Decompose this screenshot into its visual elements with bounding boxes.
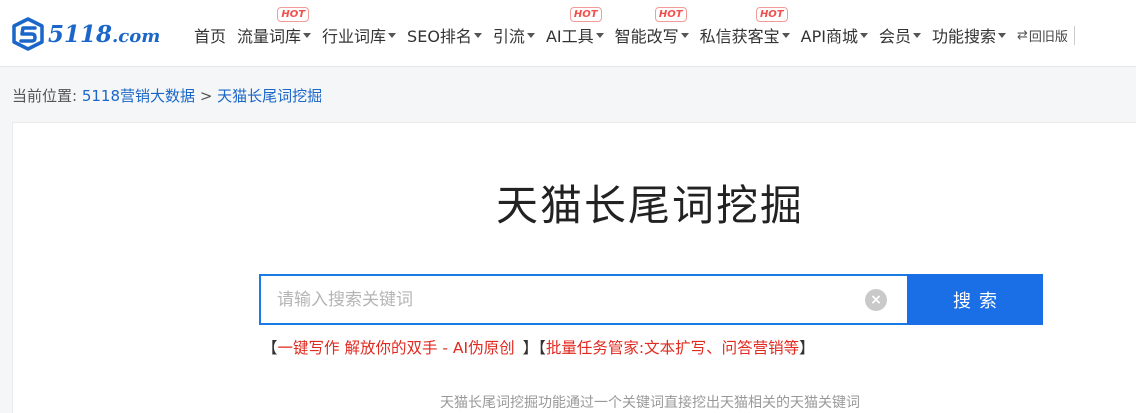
nav-home-label: 首页 [194, 27, 227, 46]
breadcrumb: 当前位置: 5118营销大数据 > 天猫长尾词挖掘 [12, 85, 322, 106]
logo-icon [12, 17, 44, 51]
main-card [12, 122, 1136, 413]
bracket-left: 【 [538, 339, 546, 357]
nav-api-store[interactable]: API商城 [801, 23, 868, 47]
top-header: 5118.com 首页 HOT 流量词库 行业词库 SEO排名 引流 HOT A… [0, 0, 1136, 67]
nav-smart-rewrite[interactable]: HOT 智能改写 [614, 7, 689, 47]
bracket-left: 【 [262, 339, 278, 357]
nav-ai-tools-label: AI工具 [545, 27, 594, 46]
nav-dm-leads-label: 私信获客宝 [699, 27, 780, 46]
nav-traffic-drive[interactable]: 引流 [493, 23, 535, 47]
main-nav: 首页 HOT 流量词库 行业词库 SEO排名 引流 HOT AI工具 HOT 智… [194, 7, 1075, 48]
caret-down-icon [781, 32, 790, 38]
logo-wordmark: 5118.com [48, 20, 161, 48]
hot-badge: HOT [654, 7, 687, 22]
search-button[interactable]: 搜索 [907, 274, 1043, 325]
page-title: 天猫长尾词挖掘 [495, 181, 804, 230]
search-bar: × 搜索 [259, 274, 1043, 325]
caret-down-icon [473, 32, 482, 38]
nav-seo-ranking-label: SEO排名 [407, 27, 472, 46]
caret-down-icon [595, 32, 604, 38]
bracket-right: 】 [799, 339, 815, 357]
page-description: 天猫长尾词挖掘功能通过一个关键词直接挖出天猫相关的天猫关键词 [440, 395, 860, 411]
nav-seo-ranking[interactable]: SEO排名 [407, 23, 482, 47]
swap-arrows-icon: ⇄ [1017, 27, 1028, 43]
nav-home[interactable]: 首页 [194, 23, 226, 47]
hot-badge: HOT [569, 7, 602, 22]
breadcrumb-prefix: 当前位置: [12, 87, 78, 105]
caret-down-icon [998, 32, 1006, 38]
old-version-link[interactable]: ⇄ 回旧版 [1017, 25, 1075, 45]
nav-traffic-keywords-label: 流量词库 [237, 27, 302, 46]
nav-feature-search[interactable]: 功能搜索 [932, 23, 1006, 47]
caret-down-icon [303, 32, 312, 38]
nav-ai-tools[interactable]: HOT AI工具 [545, 7, 604, 47]
nav-dm-leads[interactable]: HOT 私信获客宝 [699, 7, 790, 47]
nav-traffic-drive-label: 引流 [492, 27, 525, 46]
hot-badge: HOT [755, 7, 788, 22]
nav-api-store-label: API商城 [800, 27, 858, 46]
old-version-label: 回旧版 [1028, 29, 1068, 45]
search-input[interactable] [259, 274, 907, 325]
nav-industry-keywords-label: 行业词库 [322, 27, 387, 46]
caret-down-icon [526, 32, 535, 38]
nav-industry-keywords[interactable]: 行业词库 [322, 23, 397, 47]
caret-down-icon [680, 32, 689, 38]
breadcrumb-link-home[interactable]: 5118营销大数据 [82, 87, 195, 105]
hot-badge: HOT [277, 7, 310, 22]
bracket-right: 】 [522, 339, 539, 357]
promo-link-ai-writing[interactable]: 一键写作 解放你的双手 - AI伪原创 [278, 339, 515, 357]
clear-icon[interactable]: × [865, 289, 887, 311]
caret-down-icon [912, 32, 921, 38]
nav-feature-search-label: 功能搜索 [931, 27, 996, 46]
promo-links: 【一键写作 解放你的双手 - AI伪原创 】【批量任务管家:文本扩写、问答营销等】 [262, 336, 815, 358]
promo-link-batch-tasks[interactable]: 批量任务管家:文本扩写、问答营销等 [546, 339, 799, 357]
nav-membership-label: 会员 [878, 27, 911, 46]
nav-membership[interactable]: 会员 [879, 23, 921, 47]
caret-down-icon [859, 32, 868, 38]
nav-traffic-keywords[interactable]: HOT 流量词库 [237, 7, 312, 47]
site-logo[interactable]: 5118.com [10, 17, 160, 51]
nav-smart-rewrite-label: 智能改写 [614, 27, 679, 46]
breadcrumb-link-current[interactable]: 天猫长尾词挖掘 [217, 87, 322, 105]
caret-down-icon [388, 32, 397, 38]
breadcrumb-separator: > [199, 87, 213, 105]
